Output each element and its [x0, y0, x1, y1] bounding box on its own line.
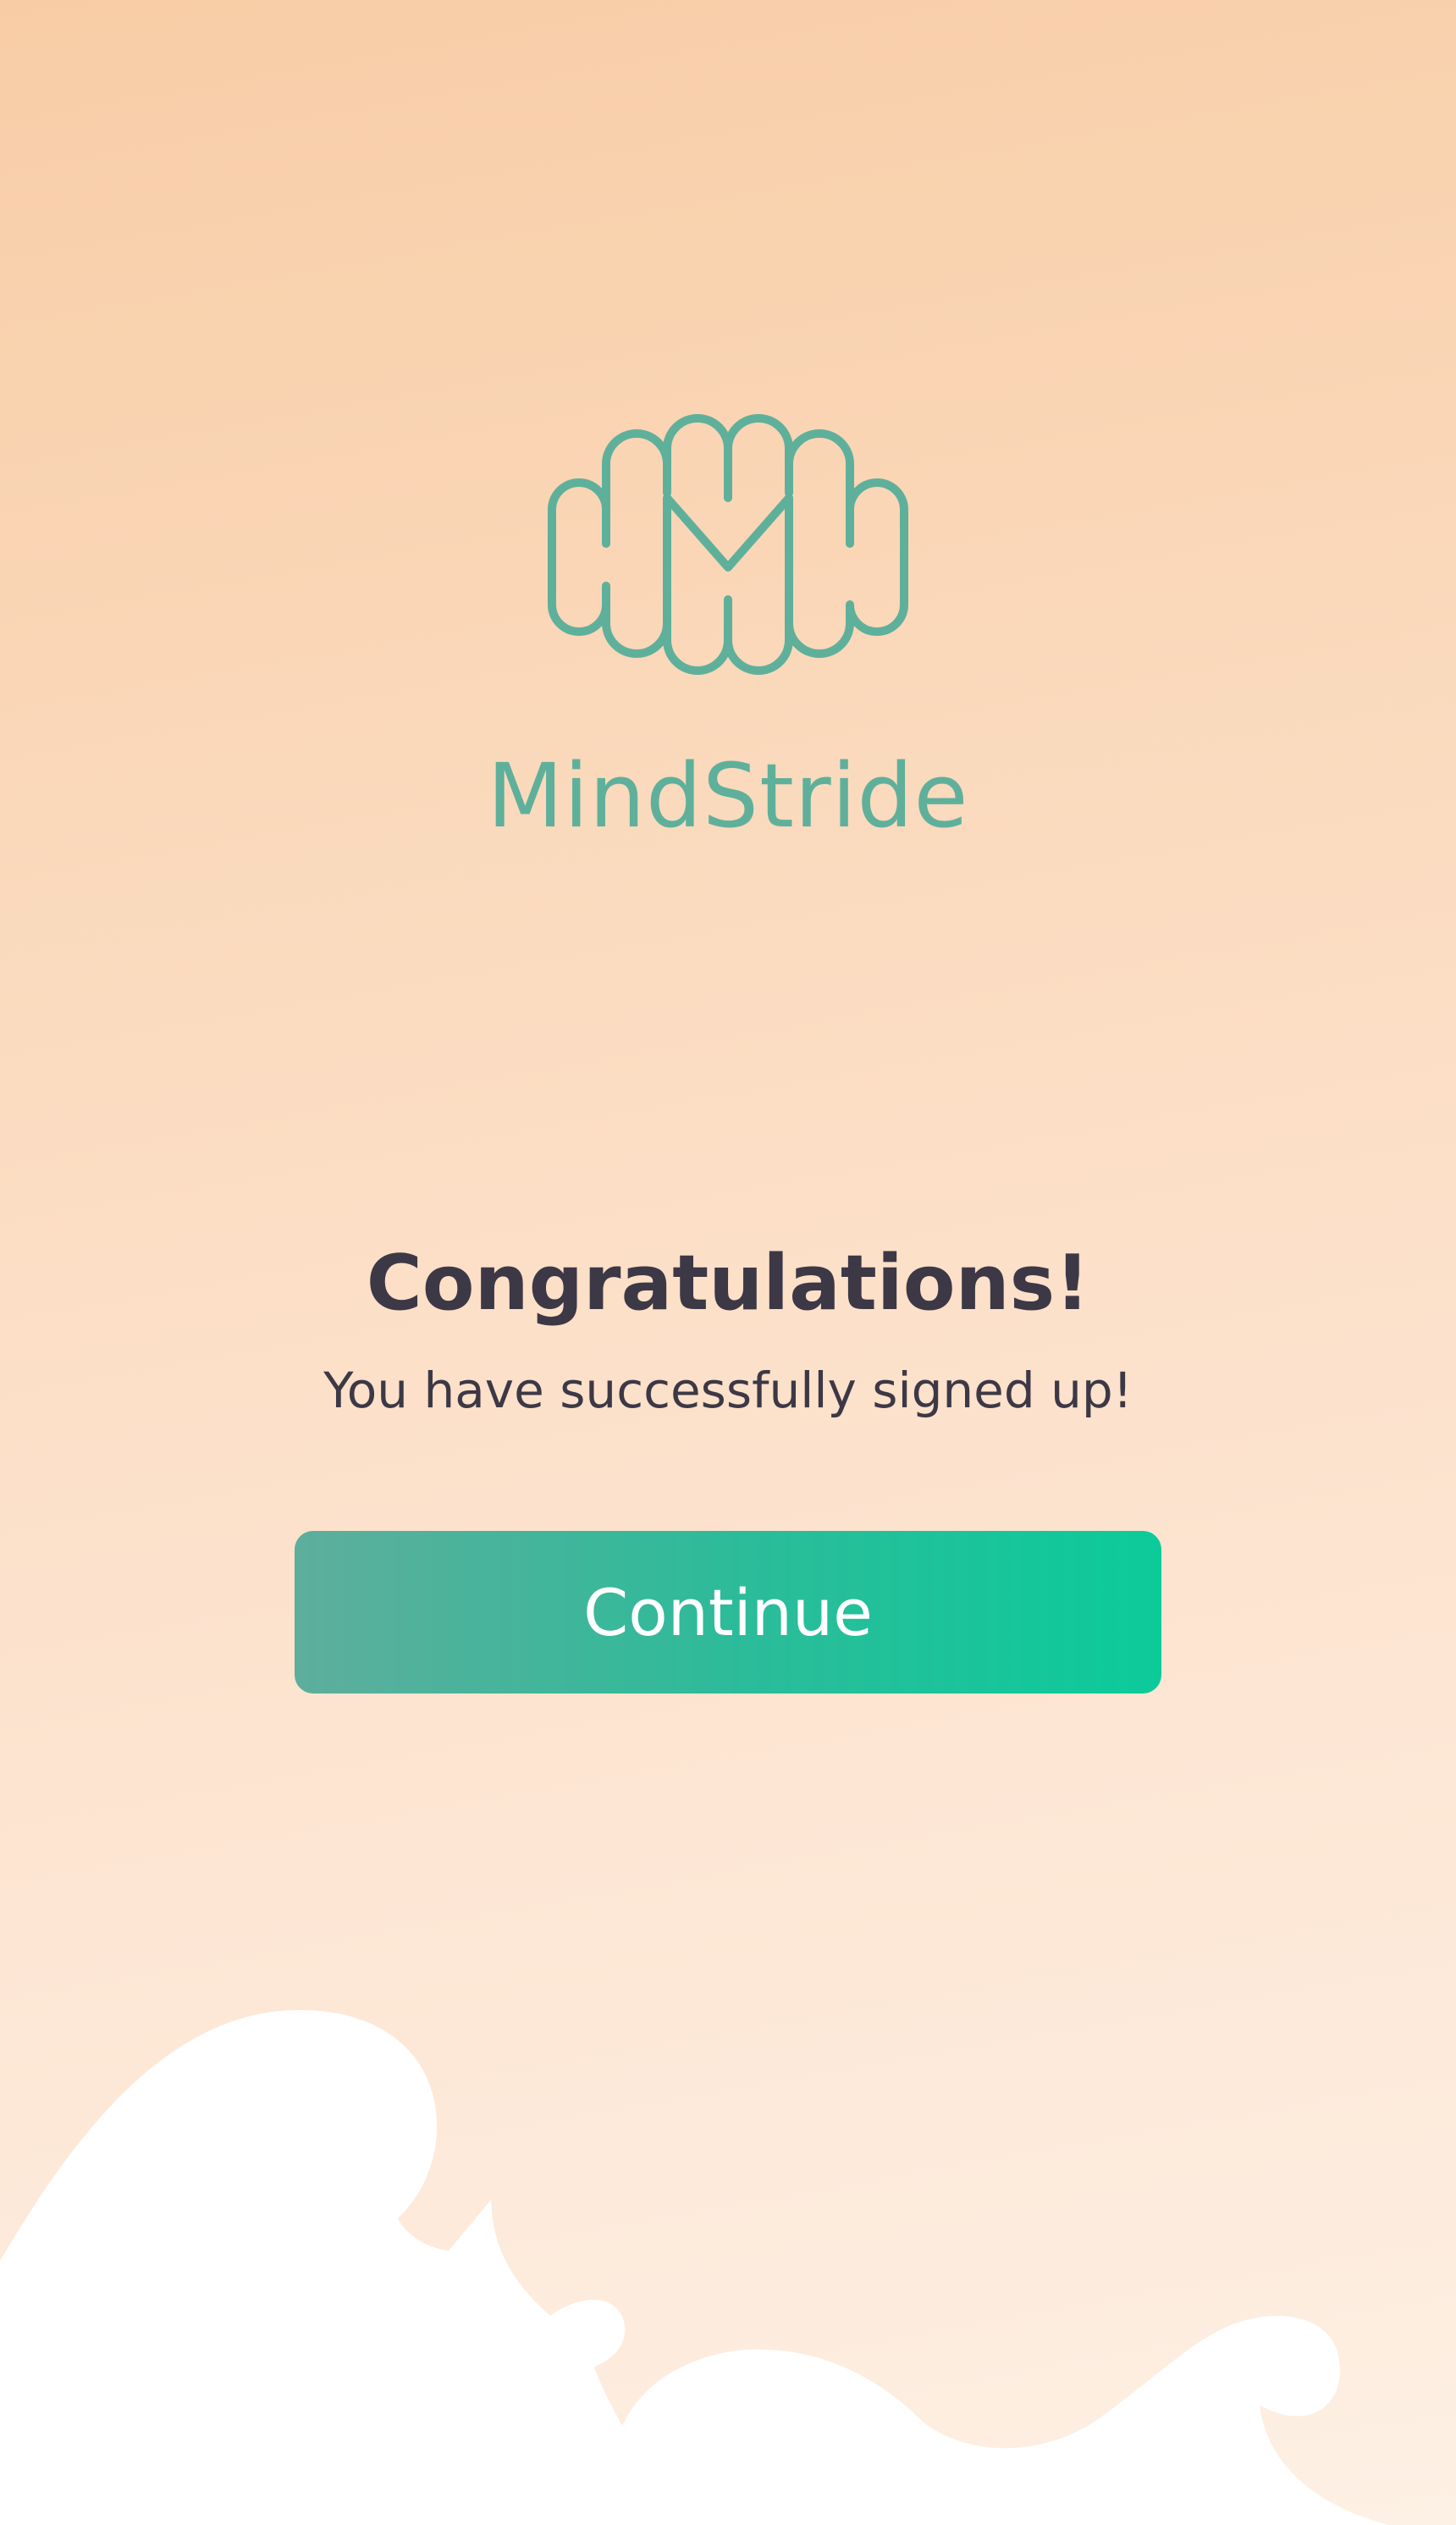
continue-button[interactable]: Continue — [295, 1531, 1161, 1693]
signup-success-message: You have successfully signed up! — [323, 1362, 1133, 1419]
congratulations-heading: Congratulations! — [366, 1239, 1090, 1328]
signup-success-screen: MindStride Congratulations! You have suc… — [0, 0, 1456, 2525]
mindstride-logo-icon — [548, 414, 908, 675]
brand-name: MindStride — [487, 744, 969, 848]
wave-decoration — [0, 2009, 1388, 2525]
